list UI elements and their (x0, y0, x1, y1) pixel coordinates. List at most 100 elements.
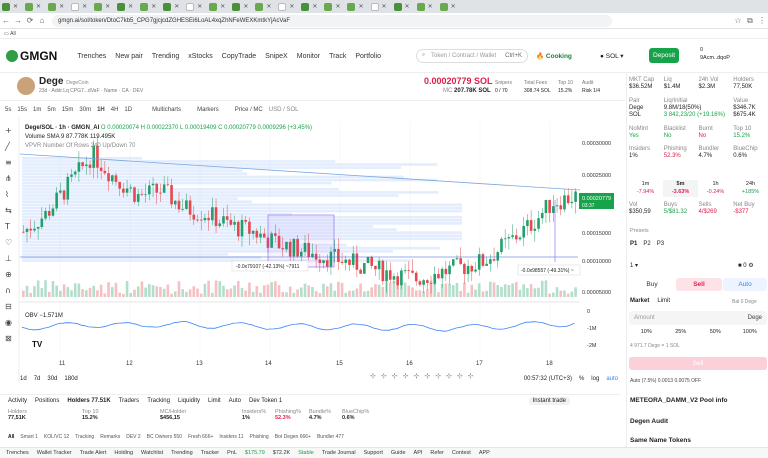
filter-chip[interactable]: All (8, 434, 14, 440)
filter-chip[interactable]: Bot Degen 666+ (275, 434, 311, 440)
url-input[interactable]: gmgn.ai/sol/token/DtoC7kb5_CPG7gjcjcdZGH… (52, 14, 612, 27)
filter-chip[interactable]: Insiders 11 (219, 434, 243, 440)
pct-50[interactable]: 50% (698, 327, 733, 338)
close-icon[interactable]: ✕ (128, 3, 133, 10)
tab-icon[interactable] (163, 2, 172, 11)
tab-traders[interactable]: Traders (119, 398, 139, 404)
price-chart[interactable]: 0.00030000 0.00025000 0.00020000 0.00015… (0, 117, 620, 383)
link-dev[interactable]: DEV (133, 88, 143, 94)
tab-activity[interactable]: Activity (8, 398, 27, 404)
interval-30m[interactable]: 30m (79, 107, 91, 113)
tab-icon[interactable] (2, 2, 10, 11)
order-limit[interactable]: Limit (657, 298, 670, 304)
tab-icon[interactable] (370, 2, 379, 11)
tf-24h[interactable]: 24h +185% (733, 180, 768, 197)
heart-icon[interactable]: ♡ (5, 238, 12, 247)
nav-item[interactable]: Trending (152, 53, 179, 60)
back-icon[interactable]: ← (0, 16, 12, 25)
filter-chip[interactable]: Phishing (250, 434, 269, 440)
tab-positions[interactable]: Positions (35, 398, 59, 404)
reload-icon[interactable]: ⟳ (24, 16, 36, 25)
trash-icon[interactable]: ⊠ (5, 334, 12, 343)
close-icon[interactable]: ✕ (105, 3, 110, 10)
magnet-icon[interactable]: ∩ (5, 286, 11, 295)
preset-p3[interactable]: P3 (657, 241, 664, 247)
filter-chip[interactable]: Fresh 666+ (188, 434, 213, 440)
close-icon[interactable]: ✕ (428, 3, 433, 10)
range-7d[interactable]: 7d (34, 376, 41, 382)
tab-icon[interactable] (71, 2, 80, 11)
close-icon[interactable]: ✕ (36, 3, 41, 10)
range-30d[interactable]: 30d (47, 376, 57, 382)
tab-icon[interactable] (301, 2, 310, 11)
status-trade-journal[interactable]: Trade Journal (322, 450, 356, 456)
degen-audit[interactable]: Degen Audit (630, 418, 668, 425)
tab-icon[interactable] (255, 2, 264, 11)
tf-1h[interactable]: 1h -0.24% (698, 180, 733, 197)
price-mc-toggle[interactable]: Price / MC (235, 107, 263, 113)
close-icon[interactable]: ✕ (405, 3, 410, 10)
pct-25[interactable]: 25% (664, 327, 699, 338)
status-tracker[interactable]: Tracker (201, 450, 219, 456)
link-ca[interactable]: CA (122, 88, 129, 94)
status-contest[interactable]: Contest (452, 450, 471, 456)
settings-icons[interactable]: ■ 0 ⚙ (738, 262, 754, 269)
measure-box-1[interactable] (267, 214, 335, 268)
status-refer[interactable]: Refer (430, 450, 443, 456)
close-icon[interactable]: ✕ (59, 3, 64, 10)
interval-4h[interactable]: 4H (111, 107, 119, 113)
interval-1d[interactable]: 1D (124, 107, 132, 113)
filter-chip[interactable]: Remarks (100, 434, 120, 440)
status-pnl[interactable]: PnL (227, 450, 237, 456)
tab-dev-token[interactable]: Dev Token 1 (249, 398, 282, 404)
pattern-tool-icon[interactable]: ⌇ (5, 190, 9, 199)
tab-liquidity[interactable]: Liquidity (178, 398, 200, 404)
status-wallet-tracker[interactable]: Wallet Tracker (37, 450, 72, 456)
interval-5m[interactable]: 5m (47, 107, 55, 113)
tab-icon[interactable] (232, 2, 241, 11)
tab-limit[interactable]: Limit (208, 398, 221, 404)
tab-icon[interactable] (278, 2, 287, 11)
close-icon[interactable]: ✕ (82, 3, 87, 10)
filter-chip[interactable]: Bundler 477 (317, 434, 344, 440)
filter-chip[interactable]: Smart 1 (20, 434, 38, 440)
bookmark-all[interactable]: All (10, 31, 16, 37)
status-watchlist[interactable]: Watchlist (141, 450, 163, 456)
close-icon[interactable]: ✕ (382, 3, 387, 10)
range-180d[interactable]: 180d (64, 376, 77, 382)
nav-item[interactable]: CopyTrade (222, 53, 256, 60)
close-icon[interactable]: ✕ (220, 3, 225, 10)
amount-input[interactable]: Amount Dege (629, 311, 767, 325)
close-icon[interactable]: ✕ (266, 3, 271, 10)
status-trenches[interactable]: Trenches (6, 450, 29, 456)
multicharts-button[interactable]: Multicharts (152, 107, 181, 113)
close-icon[interactable]: ✕ (289, 3, 294, 10)
close-icon[interactable]: ✕ (174, 3, 179, 10)
tab-tracking[interactable]: Tracking (147, 398, 170, 404)
tab-icon[interactable] (324, 2, 333, 11)
sell-button[interactable]: Sell (629, 357, 767, 370)
search-input[interactable]: ⌕ Token / Contract / Wallet Ctrl+K (416, 49, 528, 63)
tab-icon[interactable] (439, 2, 448, 11)
status-app[interactable]: APP (479, 450, 490, 456)
close-icon[interactable]: ✕ (451, 3, 456, 10)
ruler-icon[interactable]: ⊥ (5, 254, 12, 263)
cooking-button[interactable]: 🔥 Cooking (536, 52, 572, 60)
close-icon[interactable]: ✕ (151, 3, 156, 10)
tab-icon[interactable] (347, 2, 356, 11)
status-guide[interactable]: Guide (391, 450, 406, 456)
preset-p1[interactable]: P1 (630, 241, 637, 247)
tab-auto[interactable]: Auto (229, 398, 241, 404)
auto-settings[interactable]: Auto (7.5%) 0.0013 0.0075 OFF (630, 378, 701, 384)
interval-15s[interactable]: 15s (17, 107, 27, 113)
interval-1h[interactable]: 1H (97, 107, 105, 113)
close-icon[interactable]: ✕ (335, 3, 340, 10)
tf-5m[interactable]: 5m -3.63% (663, 180, 698, 197)
chain-select[interactable]: ● SOL ▾ (600, 52, 624, 60)
filter-chip[interactable]: DEV 2 (126, 434, 140, 440)
logo[interactable]: GMGN (6, 49, 57, 63)
tab-icon[interactable] (140, 2, 149, 11)
deposit-button[interactable]: Deposit (649, 48, 679, 63)
range-1d[interactable]: 1d (20, 376, 27, 382)
interval-5s[interactable]: 5s (5, 107, 11, 113)
